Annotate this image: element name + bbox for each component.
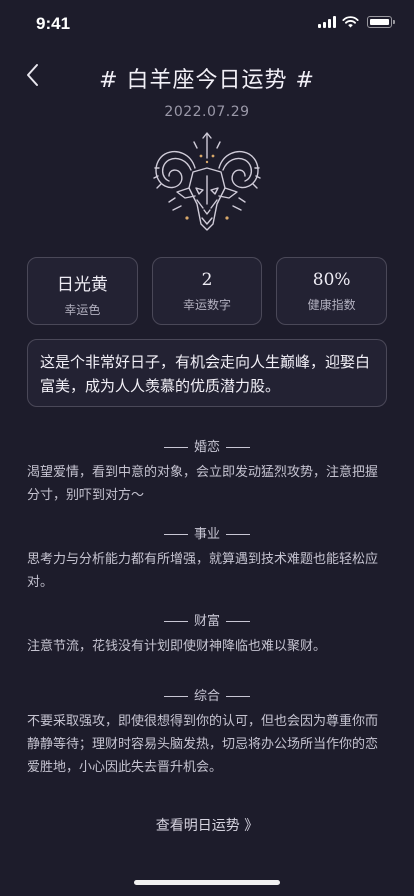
- date-label: 2022.07.29: [164, 104, 250, 120]
- health-index-value: 80%: [312, 270, 351, 290]
- signal-icon: [318, 16, 336, 28]
- page-title: # 白羊座今日运势 #: [99, 68, 315, 93]
- section-body: 渴望爱情，看到中意的对象，会立即发动猛烈攻势，注意把握分寸，别吓到对方～: [27, 465, 379, 503]
- aries-ram-icon: [153, 132, 261, 231]
- section-body: 不要采取强攻，即使很想得到你的认可，但也会因为尊重你而静静等待；理财时容易头脑发…: [27, 714, 379, 775]
- battery-icon: [367, 16, 395, 28]
- section-title-text: 事业: [193, 527, 220, 542]
- health-index-card: 80% 健康指数: [276, 257, 388, 325]
- section-title-text: 财富: [193, 614, 220, 629]
- home-indicator[interactable]: [134, 880, 280, 885]
- lucky-number-card: 2 幸运数字: [151, 257, 263, 325]
- section-title: 婚恋: [27, 436, 387, 455]
- nav-bar: # 白羊座今日运势 #: [0, 56, 414, 96]
- section-title: 综合: [27, 685, 387, 704]
- lucky-number-label: 幸运数字: [183, 298, 232, 312]
- section-title-text: 综合: [193, 689, 220, 704]
- section-title: 事业: [27, 523, 387, 542]
- next-day-link[interactable]: 查看明日运势 》: [0, 815, 414, 835]
- wifi-icon: [342, 16, 359, 28]
- status-bar: 9:41: [0, 0, 414, 50]
- health-index-label: 健康指数: [307, 298, 356, 312]
- status-icons: [318, 16, 395, 28]
- section-love: 婚恋 渴望爱情，看到中意的对象，会立即发动猛烈攻势，注意把握分寸，别吓到对方～: [27, 436, 387, 507]
- section-title: 财富: [27, 610, 387, 629]
- lucky-color-value: 日光黄: [56, 275, 108, 295]
- section-career: 事业 思考力与分析能力都有所增强，就算遇到技术难题也能轻松应对。: [27, 523, 387, 594]
- stats-row: 日光黄 幸运色 2 幸运数字 80% 健康指数: [27, 257, 388, 325]
- status-time: 9:41: [36, 14, 71, 33]
- section-title-text: 婚恋: [193, 440, 220, 455]
- section-body: 思考力与分析能力都有所增强，就算遇到技术难题也能轻松应对。: [27, 552, 379, 590]
- section-overall: 综合 不要采取强攻，即使很想得到你的认可，但也会因为尊重你而静静等待；理财时容易…: [27, 685, 387, 779]
- section-wealth: 财富 注意节流，花钱没有计划即使财神降临也难以聚财。: [27, 610, 387, 658]
- lucky-color-card: 日光黄 幸运色: [27, 257, 138, 325]
- summary-card: 这是个非常好日子，有机会走向人生巅峰，迎娶白富美，成为人人羡慕的优质潜力股。: [27, 339, 387, 407]
- lucky-color-label: 幸运色: [64, 303, 101, 317]
- lucky-number-value: 2: [201, 270, 213, 290]
- section-body: 注意节流，花钱没有计划即使财神降临也难以聚财。: [27, 639, 327, 654]
